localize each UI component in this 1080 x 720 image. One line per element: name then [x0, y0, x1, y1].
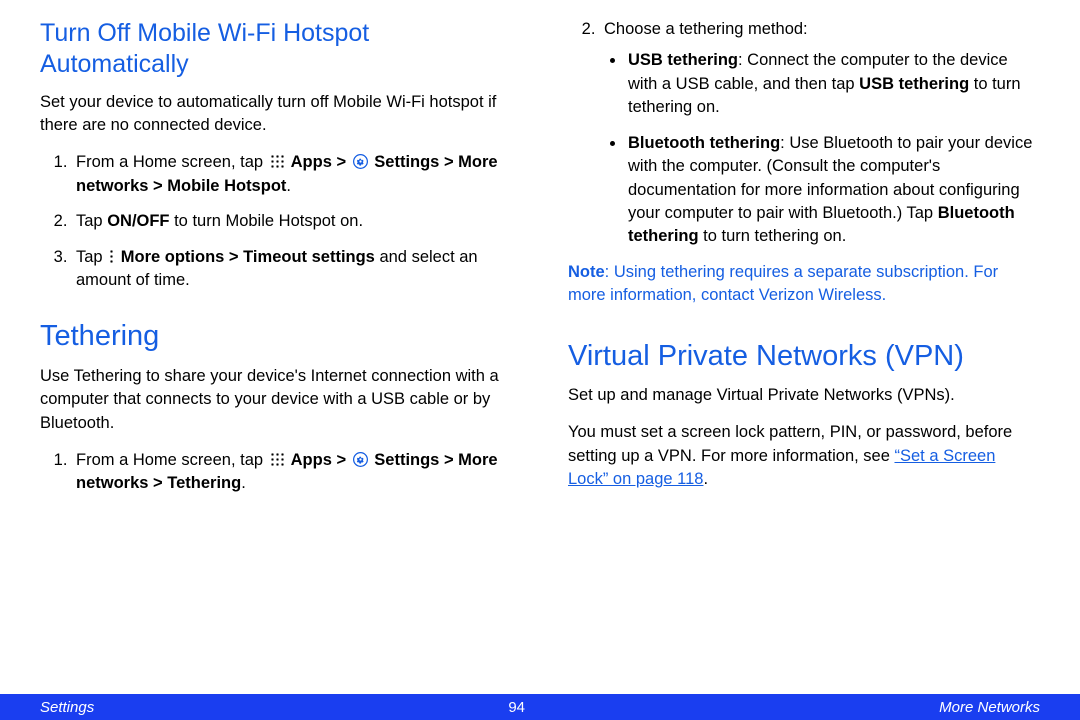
bt-a: Bluetooth tethering: [628, 134, 780, 152]
footer-left: Settings: [40, 699, 94, 716]
method-bluetooth: Bluetooth tethering: Use Bluetooth to pa…: [626, 132, 1040, 249]
note-label: Note: [568, 263, 605, 281]
step3-a: Tap: [76, 248, 107, 266]
apps-icon: [270, 154, 285, 169]
t2-text: Choose a tethering method:: [604, 20, 808, 38]
settings-icon: [353, 154, 368, 169]
method-usb: USB tethering: Connect the computer to t…: [626, 49, 1040, 119]
step2-c: to turn Mobile Hotspot on.: [170, 212, 364, 230]
auto-off-desc: Set your device to automatically turn of…: [40, 91, 512, 138]
usb-a: USB tethering: [628, 51, 738, 69]
left-column: Turn Off Mobile Wi-Fi Hotspot Automatica…: [40, 18, 512, 720]
heading-auto-off: Turn Off Mobile Wi-Fi Hotspot Automatica…: [40, 18, 512, 81]
tethering-methods: USB tethering: Connect the computer to t…: [604, 49, 1040, 248]
tether-step-2: Choose a tethering method: USB tethering…: [600, 18, 1040, 249]
step-3: Tap More options > Timeout settings and …: [72, 246, 512, 293]
apps-icon: [270, 452, 285, 467]
t1-apps: Apps >: [287, 451, 351, 469]
more-options-icon: [109, 249, 114, 264]
step-2: Tap ON/OFF to turn Mobile Hotspot on.: [72, 210, 512, 233]
step2-b: ON/OFF: [107, 212, 169, 230]
vpn-desc-1: Set up and manage Virtual Private Networ…: [568, 384, 1040, 407]
auto-off-steps: From a Home screen, tap Apps > Settings …: [40, 151, 512, 292]
t1-end: .: [241, 474, 246, 492]
t1-a: From a Home screen, tap: [76, 451, 268, 469]
tethering-desc: Use Tethering to share your device's Int…: [40, 365, 512, 435]
footer-right: More Networks: [939, 699, 1040, 716]
page-number: 94: [508, 699, 525, 716]
step3-b: More options > Timeout settings: [116, 248, 375, 266]
step2-a: Tap: [76, 212, 107, 230]
note-body: : Using tethering requires a separate su…: [568, 263, 998, 304]
tethering-note: Note: Using tethering requires a separat…: [568, 261, 1040, 308]
usb-c: USB tethering: [859, 75, 969, 93]
tether-step-1: From a Home screen, tap Apps > Settings …: [72, 449, 512, 496]
heading-tethering: Tethering: [40, 318, 512, 354]
document-page: Turn Off Mobile Wi-Fi Hotspot Automatica…: [0, 0, 1080, 720]
tethering-steps-cont: Choose a tethering method: USB tethering…: [568, 18, 1040, 249]
step1-apps: Apps >: [287, 153, 351, 171]
right-column: Choose a tethering method: USB tethering…: [568, 18, 1040, 720]
bt-d: to turn tethering on.: [699, 227, 847, 245]
tethering-steps: From a Home screen, tap Apps > Settings …: [40, 449, 512, 496]
heading-vpn: Virtual Private Networks (VPN): [568, 338, 1040, 374]
vpn-p2-b: .: [703, 470, 708, 488]
page-footer: Settings 94 More Networks: [0, 694, 1080, 720]
step-1: From a Home screen, tap Apps > Settings …: [72, 151, 512, 198]
settings-icon: [353, 452, 368, 467]
vpn-desc-2: You must set a screen lock pattern, PIN,…: [568, 421, 1040, 491]
step1-end: .: [286, 177, 291, 195]
step1-text-a: From a Home screen, tap: [76, 153, 268, 171]
